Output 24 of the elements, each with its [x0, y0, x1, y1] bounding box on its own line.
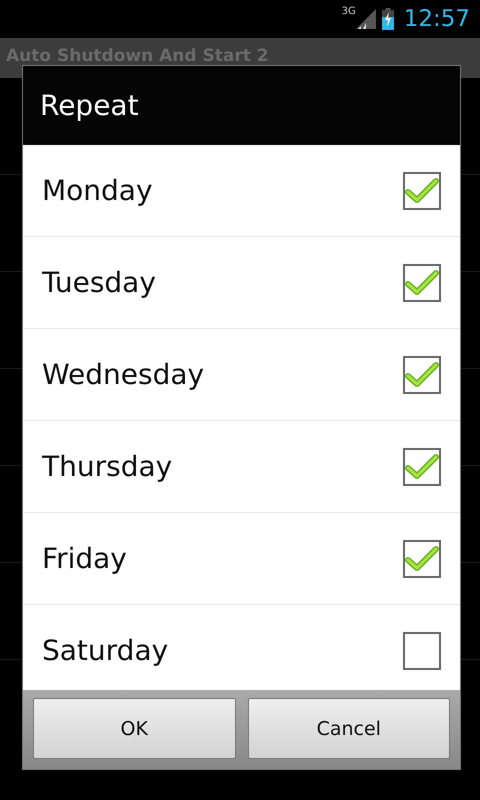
checkbox[interactable]	[403, 632, 441, 670]
checkbox[interactable]	[403, 172, 441, 210]
day-label: Thursday	[42, 450, 172, 483]
network-type: 3G	[342, 6, 356, 17]
battery-icon	[382, 8, 394, 30]
checkbox[interactable]	[403, 264, 441, 302]
list-item[interactable]: Wednesday	[23, 329, 460, 421]
list-item[interactable]: Monday	[23, 145, 460, 237]
signal-icon	[356, 9, 376, 29]
dialog-button[interactable]: Cancel	[248, 698, 450, 759]
day-label: Wednesday	[42, 358, 204, 391]
dialog-title: Repeat	[40, 89, 139, 122]
dialog-button[interactable]: OK	[33, 698, 236, 759]
day-label: Tuesday	[42, 266, 156, 299]
day-label: Saturday	[42, 634, 168, 667]
checkbox[interactable]	[403, 356, 441, 394]
day-label: Monday	[42, 174, 153, 207]
day-label: Friday	[42, 542, 127, 575]
list-item[interactable]: Thursday	[23, 421, 460, 513]
list-item[interactable]: Tuesday	[23, 237, 460, 329]
list-item[interactable]: Friday	[23, 513, 460, 605]
checkbox[interactable]	[403, 540, 441, 578]
clock: 12:57	[404, 6, 470, 32]
checkbox[interactable]	[403, 448, 441, 486]
